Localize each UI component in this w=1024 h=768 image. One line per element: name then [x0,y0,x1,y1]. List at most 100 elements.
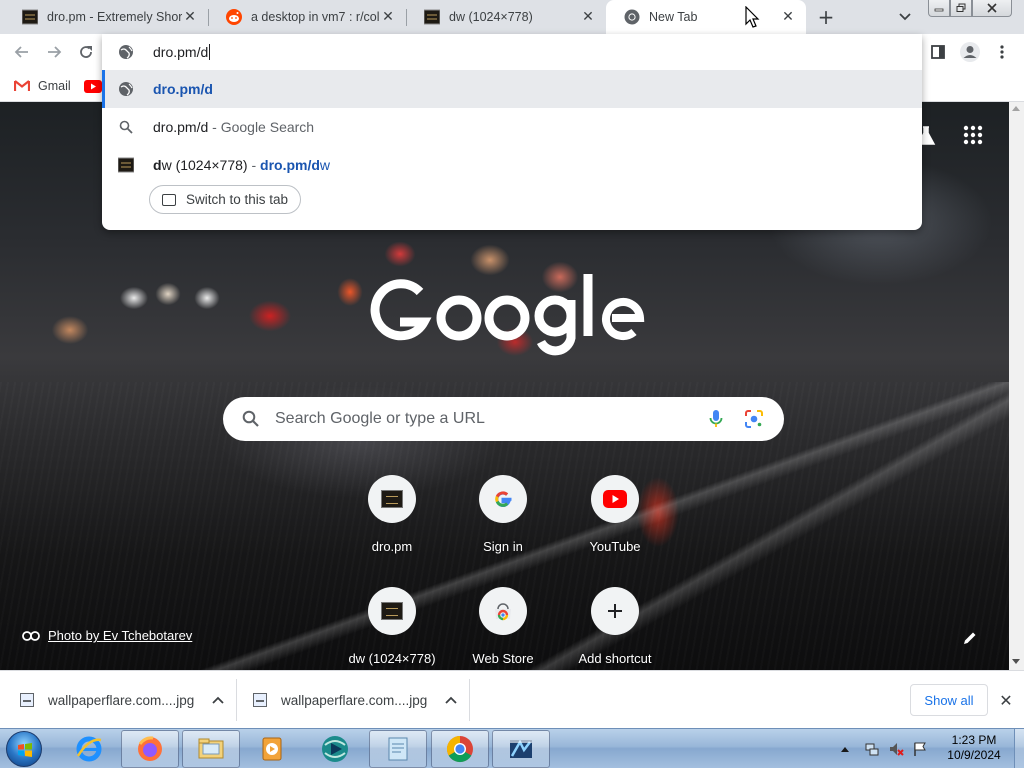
suggestion-url[interactable]: dro.pm/d [102,70,922,108]
search-query: dro.pm/d [153,119,209,135]
taskbar-video-editor[interactable] [492,730,550,768]
forward-button[interactable] [42,40,66,64]
address-bar[interactable]: dro.pm/d [102,34,922,70]
menu-button[interactable] [990,40,1014,64]
chevron-up-icon[interactable] [212,696,224,704]
download-item[interactable]: wallpaperflare.com....jpg [253,671,457,729]
shortcut-sign-in[interactable]: Sign in [447,475,559,575]
show-all-downloads-button[interactable]: Show all [910,684,988,716]
windows-logo-icon [18,743,32,757]
shortcut-tile [368,587,416,635]
profile-avatar-icon [960,42,980,62]
window-controls [928,0,1012,18]
taskbar-chrome[interactable] [431,730,489,768]
restore-button[interactable] [950,0,972,17]
bookmark-gmail[interactable]: Gmail [14,76,71,96]
kebab-menu-icon [1000,45,1004,59]
voice-search-icon[interactable] [709,408,723,430]
tab-title: dro.pm - Extremely Short [47,10,182,24]
close-icon[interactable]: ✕ [380,9,396,25]
close-icon[interactable]: ✕ [580,9,596,25]
download-filename: wallpaperflare.com....jpg [48,692,195,708]
customize-chrome-button[interactable] [962,630,982,650]
system-tray [840,729,928,768]
close-icon[interactable]: ✕ [780,9,796,25]
tab-dw[interactable]: dw (1024×778) ✕ [406,0,606,34]
search-icon [242,410,259,427]
shortcut-add[interactable]: Add shortcut [559,587,671,670]
reload-icon [80,46,92,58]
shortcut-dw[interactable]: dw (1024×778) [336,587,448,670]
profile-button[interactable] [958,40,982,64]
chevron-up-icon[interactable] [445,696,457,704]
web-store-icon [495,603,511,621]
google-g-icon [495,491,512,507]
suggestion-search[interactable]: dro.pm/d - Google Search [102,108,922,146]
switch-tab-icon [162,193,176,206]
separator: - [251,157,257,173]
address-input[interactable]: dro.pm/d [153,44,211,60]
suggestion-open-tab[interactable]: dw (1024×778) - dro.pm/dw [102,146,922,184]
taskbar-firefox[interactable] [121,730,179,768]
start-button[interactable] [6,731,42,767]
dw-thumbnail-icon [21,9,39,25]
tab-url-rest: w [319,157,331,173]
photo-credit-link[interactable]: Photo by Ev Tchebotarev [22,628,192,643]
taskbar-globe-app[interactable] [306,730,364,768]
suggestion-search-text: dro.pm/d - Google Search [153,119,314,135]
taskbar-notepad[interactable] [369,730,427,768]
volume-muted-icon[interactable] [888,741,904,757]
tab-new-tab[interactable]: New Tab ✕ [606,0,806,34]
close-shelf-button[interactable]: ✕ [996,690,1016,710]
shortcut-label: Web Store [472,651,534,666]
tab-title-rest: w (1024×778) [161,157,248,173]
shortcut-youtube[interactable]: YouTube [559,475,671,575]
search-suffix: - Google Search [212,119,315,135]
plus-icon [608,604,622,618]
tab-dro-pm[interactable]: dro.pm - Extremely Short ✕ [4,0,208,34]
dw-thumbnail-icon [118,157,134,173]
tab-search-button[interactable] [894,6,916,28]
shortcut-dro-pm[interactable]: dro.pm [336,475,448,575]
google-apps-button[interactable] [962,124,984,146]
apps-grid-icon [963,125,983,145]
taskbar-clock[interactable]: 1:23 PM 10/9/2024 [938,733,1010,763]
chrome-icon [624,9,640,25]
show-desktop-button[interactable] [1014,729,1024,768]
shortcut-label: dro.pm [371,539,413,554]
minimize-icon [934,8,944,12]
ntp-search-box[interactable]: Search Google or type a URL [223,397,784,441]
globe-app-icon [322,736,348,762]
globe-icon [119,45,133,59]
taskbar-internet-explorer[interactable] [60,730,118,768]
action-center-flag-icon[interactable] [912,741,928,757]
switch-to-tab-button[interactable]: Switch to this tab [149,185,302,214]
google-lens-icon[interactable] [743,408,765,430]
shortcut-web-store[interactable]: Web Store [447,587,559,670]
file-explorer-icon [198,738,224,759]
scroll-up-icon[interactable] [1012,106,1020,111]
clock-time: 1:23 PM [951,733,997,747]
network-icon[interactable] [864,741,880,757]
close-icon[interactable]: ✕ [182,9,198,25]
shortcut-label: YouTube [589,539,641,554]
taskbar-file-explorer[interactable] [182,730,240,768]
side-panel-button[interactable] [926,40,950,64]
photo-credit-text: Photo by Ev Tchebotarev [48,628,193,643]
minimize-button[interactable] [928,0,950,17]
tab-reddit[interactable]: a desktop in vm7 : r/colla ✕ [208,0,406,34]
new-tab-button[interactable]: + [814,5,838,29]
restore-icon [956,3,966,12]
image-file-icon [253,693,267,707]
reload-button[interactable] [74,40,98,64]
page-scrollbar[interactable] [1009,102,1024,670]
close-window-button[interactable] [972,0,1012,17]
bookmark-youtube[interactable] [84,76,102,96]
taskbar-media-player[interactable] [243,730,301,768]
close-icon [987,3,997,13]
back-button[interactable] [10,40,34,64]
scroll-down-icon[interactable] [1012,659,1020,664]
shortcut-label: Add shortcut [578,651,652,666]
tray-expand-icon[interactable] [840,745,850,753]
download-item[interactable]: wallpaperflare.com....jpg [20,671,224,729]
